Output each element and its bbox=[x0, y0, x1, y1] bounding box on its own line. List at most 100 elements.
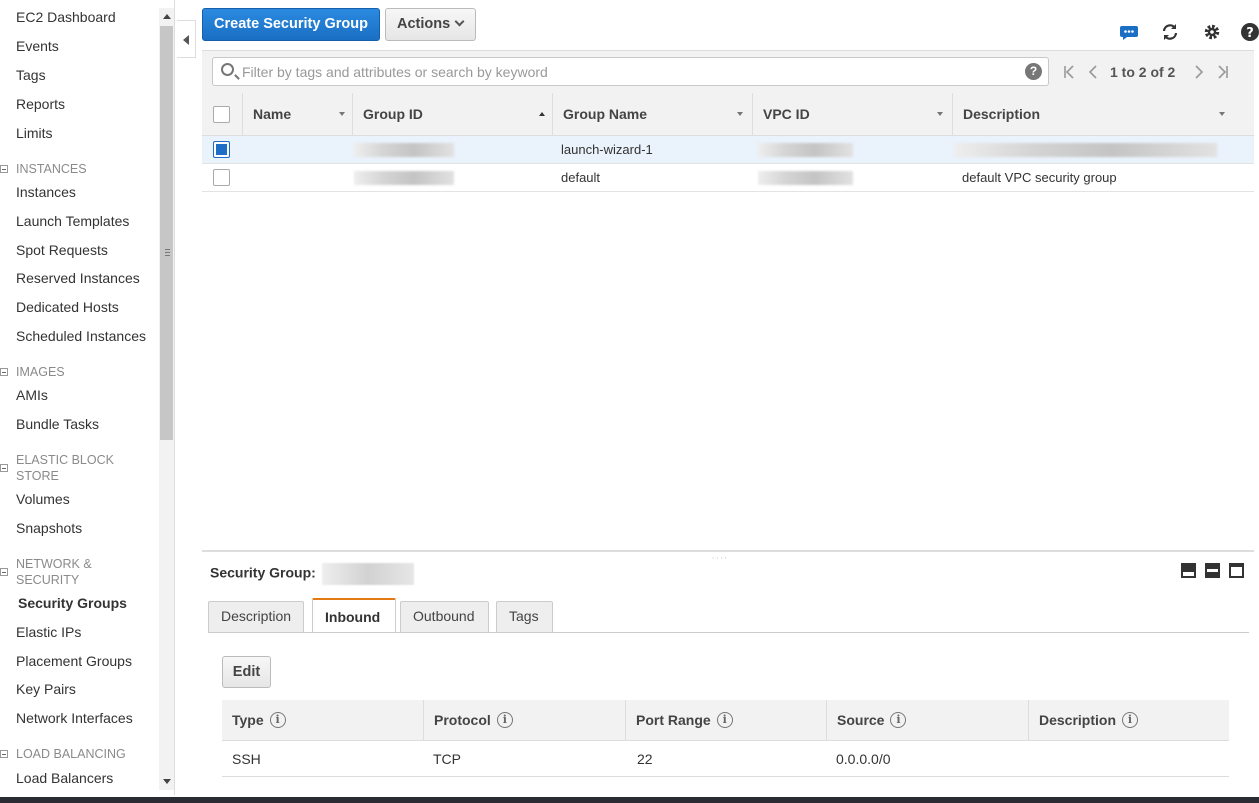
tab-tags[interactable]: Tags bbox=[496, 601, 553, 632]
rule-column-source[interactable]: Source i bbox=[826, 700, 1027, 741]
rule-column-type[interactable]: Type i bbox=[222, 700, 422, 741]
info-icon[interactable]: i bbox=[890, 711, 907, 728]
nav-item-launch-templates[interactable]: Launch Templates bbox=[16, 213, 129, 229]
nav-item-ec2-dashboard[interactable]: EC2 Dashboard bbox=[16, 9, 116, 25]
tab-description[interactable]: Description bbox=[208, 601, 304, 632]
gear-icon[interactable] bbox=[1202, 22, 1222, 42]
table-row[interactable]: launch-wizard-1 bbox=[202, 136, 1254, 164]
table-row[interactable]: default default VPC security group bbox=[202, 164, 1254, 192]
row-checkbox[interactable] bbox=[213, 141, 230, 158]
nav-section-instances: INSTANCES bbox=[16, 162, 87, 176]
column-header-name[interactable]: Name bbox=[242, 93, 352, 136]
nav-section-lb: LOAD BALANCING bbox=[16, 747, 126, 761]
tab-divider bbox=[208, 632, 1249, 633]
nav-item-instances[interactable]: Instances bbox=[16, 184, 76, 200]
column-header-group-name[interactable]: Group Name bbox=[552, 93, 752, 136]
collapse-network-icon[interactable] bbox=[0, 568, 8, 576]
detail-title-label: Security Group: bbox=[210, 564, 316, 581]
taskbar bbox=[0, 797, 1259, 803]
nav-item-tags[interactable]: Tags bbox=[16, 67, 46, 83]
nav-section-network: NETWORK & SECURITY bbox=[16, 557, 92, 587]
nav-item-network-interfaces[interactable]: Network Interfaces bbox=[16, 710, 133, 726]
grid-header: Name Group ID Group Name VPC ID Descript… bbox=[202, 93, 1254, 136]
search-help-icon[interactable]: ? bbox=[1025, 63, 1042, 80]
column-name-label: Name bbox=[253, 106, 292, 122]
nav-item-events[interactable]: Events bbox=[16, 38, 59, 54]
nav-section-ebs: ELASTIC BLOCK STORE bbox=[16, 453, 114, 483]
nav-item-volumes[interactable]: Volumes bbox=[16, 491, 70, 507]
collapse-sidebar-button[interactable] bbox=[177, 20, 196, 58]
nav-item-dedicated-hosts[interactable]: Dedicated Hosts bbox=[16, 299, 119, 315]
rule-row[interactable]: SSH TCP 22 0.0.0.0/0 bbox=[222, 741, 1229, 777]
info-icon[interactable]: i bbox=[269, 711, 286, 728]
layout-bottom-icon[interactable] bbox=[1181, 563, 1196, 578]
panel-resize-handle[interactable] bbox=[202, 550, 1254, 552]
nav-item-load-balancers[interactable]: Load Balancers bbox=[16, 770, 113, 786]
scroll-down-arrow-icon[interactable] bbox=[163, 779, 171, 784]
rule-port-range: 22 bbox=[637, 751, 653, 767]
help-icon[interactable]: ? bbox=[1240, 22, 1259, 42]
info-icon[interactable]: i bbox=[496, 711, 513, 728]
column-header-description[interactable]: Description bbox=[952, 93, 1232, 136]
last-page-icon[interactable] bbox=[1216, 64, 1230, 80]
first-page-icon[interactable] bbox=[1062, 64, 1076, 80]
nav-item-security-groups[interactable]: Security Groups bbox=[18, 595, 127, 611]
top-icons: ? bbox=[1109, 22, 1259, 44]
column-header-vpc-id[interactable]: VPC ID bbox=[752, 93, 952, 136]
nav-item-snapshots[interactable]: Snapshots bbox=[16, 520, 82, 536]
redacted-description bbox=[954, 143, 1217, 157]
layout-buttons bbox=[1181, 563, 1247, 579]
redacted-group-id bbox=[354, 171, 454, 185]
column-header-group-id[interactable]: Group ID bbox=[352, 93, 552, 136]
nav-item-amis[interactable]: AMIs bbox=[16, 387, 48, 403]
sort-up-icon bbox=[539, 112, 545, 116]
search-icon bbox=[221, 63, 234, 76]
row-checkbox[interactable] bbox=[213, 169, 230, 186]
nav-item-limits[interactable]: Limits bbox=[16, 125, 53, 141]
feedback-chat-icon[interactable] bbox=[1119, 22, 1139, 42]
nav-item-placement-groups[interactable]: Placement Groups bbox=[16, 653, 132, 669]
next-page-icon[interactable] bbox=[1192, 64, 1206, 80]
nav-item-elastic-ips[interactable]: Elastic IPs bbox=[16, 624, 81, 640]
nav-item-reports[interactable]: Reports bbox=[16, 96, 65, 112]
previous-page-icon[interactable] bbox=[1086, 64, 1100, 80]
info-icon[interactable]: i bbox=[1122, 711, 1139, 728]
rule-source: 0.0.0.0/0 bbox=[836, 751, 891, 767]
sidebar-scrollbar[interactable] bbox=[159, 8, 174, 790]
rule-column-protocol[interactable]: Protocol i bbox=[423, 700, 624, 741]
collapse-instances-icon[interactable] bbox=[0, 165, 8, 173]
detail-title: Security Group: bbox=[210, 563, 414, 585]
select-all-checkbox[interactable] bbox=[213, 106, 230, 123]
actions-dropdown-button[interactable]: Actions bbox=[385, 8, 476, 41]
scroll-up-arrow-icon[interactable] bbox=[163, 14, 171, 19]
rule-column-description-label: Description bbox=[1039, 712, 1117, 728]
grip-icon bbox=[165, 249, 170, 256]
collapse-images-icon[interactable] bbox=[0, 368, 8, 376]
nav-item-key-pairs[interactable]: Key Pairs bbox=[16, 681, 76, 697]
search-box[interactable]: ? bbox=[212, 57, 1049, 86]
nav-item-scheduled-instances[interactable]: Scheduled Instances bbox=[16, 328, 146, 344]
nav-item-spot-requests[interactable]: Spot Requests bbox=[16, 242, 108, 258]
resize-grip-icon: ∙∙∙∙ bbox=[712, 553, 729, 562]
pager-text: 1 to 2 of 2 bbox=[1110, 64, 1176, 80]
edit-button[interactable]: Edit bbox=[222, 656, 271, 688]
rule-column-port-range[interactable]: Port Range i bbox=[625, 700, 826, 741]
redacted-group-id bbox=[354, 143, 454, 157]
nav-item-bundle-tasks[interactable]: Bundle Tasks bbox=[16, 416, 99, 432]
collapse-lb-icon[interactable] bbox=[0, 750, 8, 758]
redacted-vpc-id bbox=[758, 171, 853, 185]
info-icon[interactable]: i bbox=[716, 711, 733, 728]
rule-column-description[interactable]: Description i bbox=[1028, 700, 1228, 741]
search-input[interactable] bbox=[242, 61, 1012, 82]
tab-outbound[interactable]: Outbound bbox=[400, 601, 489, 632]
create-security-group-button[interactable]: Create Security Group bbox=[202, 8, 380, 41]
layout-split-icon[interactable] bbox=[1205, 563, 1220, 578]
tab-inbound[interactable]: Inbound bbox=[312, 598, 396, 633]
rule-column-source-label: Source bbox=[837, 712, 885, 728]
collapse-ebs-icon[interactable] bbox=[0, 464, 8, 472]
nav-item-reserved-instances[interactable]: Reserved Instances bbox=[16, 270, 140, 286]
chevron-down-icon bbox=[454, 16, 465, 27]
scrollbar-thumb[interactable] bbox=[160, 26, 173, 440]
refresh-icon[interactable] bbox=[1160, 22, 1180, 42]
layout-full-icon[interactable] bbox=[1229, 563, 1244, 578]
